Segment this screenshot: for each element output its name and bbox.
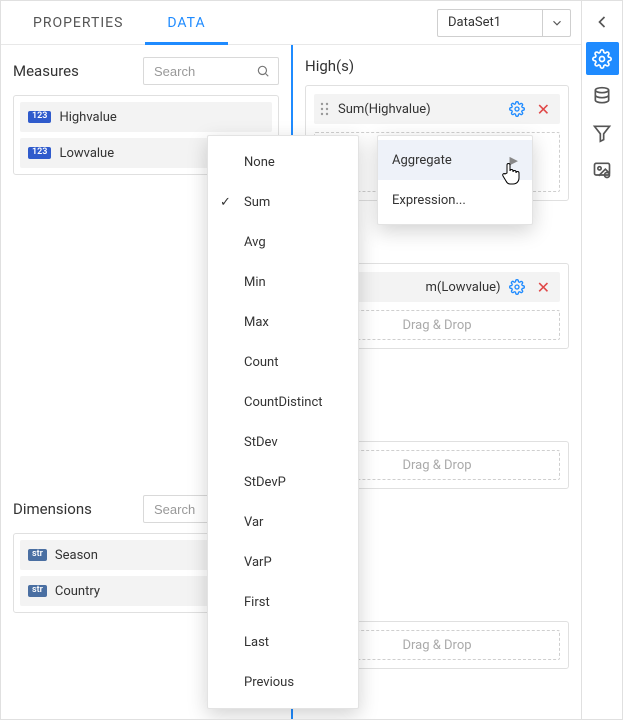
aggregate-option[interactable]: None xyxy=(208,142,358,182)
measures-search-input[interactable] xyxy=(152,63,250,80)
type-badge-string: str xyxy=(28,549,47,561)
gear-icon[interactable] xyxy=(509,279,525,295)
aggregate-option[interactable]: Avg xyxy=(208,222,358,262)
rail-settings[interactable] xyxy=(586,42,619,75)
menu-item-label: Expression... xyxy=(392,193,466,208)
drag-handle-icon[interactable] xyxy=(320,102,330,116)
highs-heading: High(s) xyxy=(305,57,354,75)
chip-context-menu: Aggregate ▶ Expression... xyxy=(377,135,533,225)
aggregate-option[interactable]: StDevP xyxy=(208,462,358,502)
aggregate-option[interactable]: Count xyxy=(208,342,358,382)
aggregate-option[interactable]: Min xyxy=(208,262,358,302)
aggregate-option[interactable]: Var xyxy=(208,502,358,542)
menu-item-aggregate[interactable]: Aggregate ▶ xyxy=(378,140,532,180)
measures-heading: Measures xyxy=(13,62,79,80)
measure-item[interactable]: 123 Highvalue xyxy=(20,102,272,132)
high-chip-label: Sum(Highvalue) xyxy=(338,102,501,117)
measure-label: Highvalue xyxy=(59,110,116,125)
gear-icon[interactable] xyxy=(509,101,525,117)
dimensions-heading: Dimensions xyxy=(13,500,92,518)
close-icon[interactable]: ✕ xyxy=(533,278,554,297)
type-badge-string: str xyxy=(28,585,47,597)
dimension-label: Country xyxy=(55,584,100,599)
chevron-right-icon: ▶ xyxy=(510,154,518,167)
dimension-label: Season xyxy=(55,548,98,563)
measures-search[interactable] xyxy=(143,57,279,85)
aggregate-option[interactable]: CountDistinct xyxy=(208,382,358,422)
aggregate-option[interactable]: Previous xyxy=(208,662,358,702)
aggregate-option[interactable]: VarP xyxy=(208,542,358,582)
measure-label: Lowvalue xyxy=(59,146,114,161)
aggregate-menu: NoneSumAvgMinMaxCountCountDistinctStDevS… xyxy=(207,135,359,709)
tab-properties[interactable]: PROPERTIES xyxy=(11,1,145,44)
tab-data[interactable]: DATA xyxy=(145,1,227,44)
dataset-name: DataSet1 xyxy=(438,15,542,30)
aggregate-option[interactable]: First xyxy=(208,582,358,622)
chevron-down-icon[interactable] xyxy=(542,10,570,36)
aggregate-option[interactable]: Max xyxy=(208,302,358,342)
high-chip[interactable]: Sum(Highvalue) ✕ xyxy=(314,94,560,124)
aggregate-option[interactable]: Sum xyxy=(208,182,358,222)
menu-item-label: Aggregate xyxy=(392,153,452,168)
close-icon[interactable]: ✕ xyxy=(533,100,554,119)
aggregate-option[interactable]: Last xyxy=(208,622,358,662)
search-icon xyxy=(256,64,270,78)
aggregate-option[interactable]: StDev xyxy=(208,422,358,462)
menu-item-expression[interactable]: Expression... xyxy=(378,180,532,220)
dataset-select[interactable]: DataSet1 xyxy=(437,9,571,37)
rail-data[interactable] xyxy=(586,79,619,112)
type-badge-numeric: 123 xyxy=(28,111,51,123)
rail-image[interactable] xyxy=(586,153,619,186)
rail-expand[interactable] xyxy=(586,5,619,38)
type-badge-numeric: 123 xyxy=(28,147,51,159)
rail-filter[interactable] xyxy=(586,116,619,149)
